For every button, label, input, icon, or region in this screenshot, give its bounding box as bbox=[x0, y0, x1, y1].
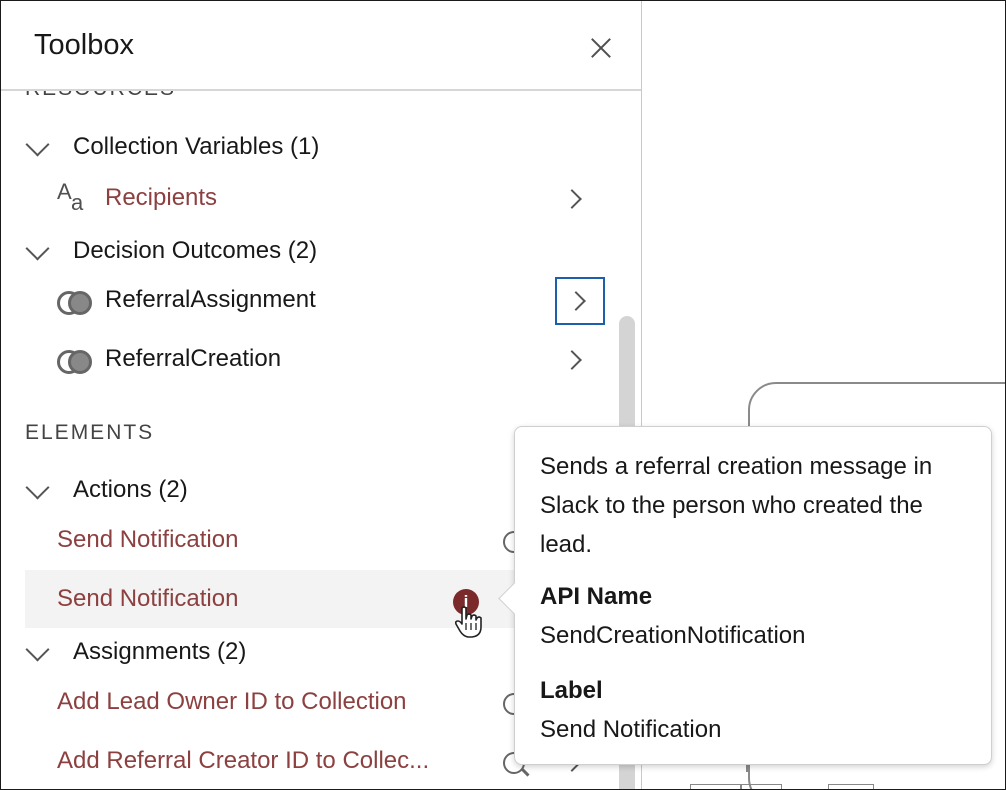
resource-item-label: Recipients bbox=[105, 184, 218, 211]
close-icon[interactable] bbox=[585, 33, 617, 65]
flow-element-stub[interactable] bbox=[740, 784, 782, 789]
outcome-icon bbox=[57, 291, 93, 315]
tooltip-api-name-value: SendCreationNotification bbox=[540, 622, 806, 649]
flow-element-stub[interactable] bbox=[828, 784, 874, 789]
chevron-down-icon bbox=[25, 637, 50, 662]
group-assignments[interactable]: Assignments (2) bbox=[25, 634, 325, 670]
chevron-down-icon bbox=[25, 475, 50, 500]
toolbox-header: Toolbox bbox=[1, 1, 641, 91]
tooltip-label-value: Send Notification bbox=[540, 716, 722, 743]
chevron-right-icon[interactable] bbox=[562, 350, 582, 370]
element-item-label: Add Referral Creator ID to Collec... bbox=[57, 747, 430, 774]
resource-item-label: ReferralAssignment bbox=[105, 286, 316, 313]
element-item-label: Send Notification bbox=[57, 526, 239, 553]
element-info-tooltip: Sends a referral creation message in Sla… bbox=[498, 426, 992, 765]
chevron-down-icon bbox=[25, 236, 50, 261]
group-label: Assignments (2) bbox=[73, 638, 247, 665]
resources-heading: RESOURCES bbox=[25, 91, 176, 101]
group-label: Actions (2) bbox=[73, 476, 188, 503]
flow-element-stub[interactable] bbox=[690, 784, 742, 789]
element-item-label: Add Lead Owner ID to Collection bbox=[57, 688, 407, 715]
chevron-down-icon bbox=[25, 132, 50, 157]
details-button-focused[interactable] bbox=[555, 277, 605, 325]
element-item-label: Send Notification bbox=[57, 585, 239, 612]
group-collection-variables[interactable]: Collection Variables (1) bbox=[25, 129, 425, 165]
tooltip-description: Sends a referral creation message in Sla… bbox=[540, 453, 933, 558]
group-label: Collection Variables (1) bbox=[73, 133, 320, 160]
elements-heading: ELEMENTS bbox=[25, 421, 155, 444]
outcome-icon bbox=[57, 350, 93, 374]
tooltip-api-name-label: API Name bbox=[540, 583, 653, 610]
app-window: Toolbox RESOURCES Collection Variables (… bbox=[0, 0, 1006, 790]
text-variable-icon: Aa bbox=[57, 179, 84, 215]
group-label: Decision Outcomes (2) bbox=[73, 237, 318, 264]
chevron-right-icon[interactable] bbox=[562, 189, 582, 209]
resource-item-referral-creation[interactable]: ReferralCreation bbox=[25, 330, 611, 388]
resource-item-referral-assignment[interactable]: ReferralAssignment bbox=[25, 271, 611, 329]
resource-item-recipients[interactable]: Aa Recipients bbox=[25, 169, 611, 227]
group-actions[interactable]: Actions (2) bbox=[25, 472, 325, 508]
resource-item-label: ReferralCreation bbox=[105, 345, 282, 372]
tooltip-label-label: Label bbox=[540, 677, 603, 704]
hand-cursor-icon bbox=[454, 606, 482, 638]
toolbox-title: Toolbox bbox=[34, 29, 134, 61]
chevron-right-icon bbox=[566, 291, 586, 311]
group-decision-outcomes[interactable]: Decision Outcomes (2) bbox=[25, 233, 425, 269]
